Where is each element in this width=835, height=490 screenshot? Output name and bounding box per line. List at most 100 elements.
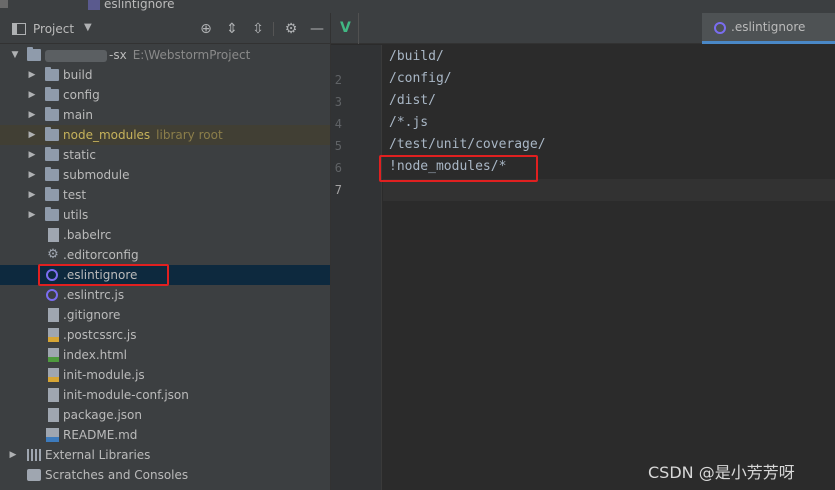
tree-item-label: Scratches and Consoles — [45, 468, 189, 482]
code-line[interactable]: /config/ — [389, 71, 452, 86]
tree-file-gitignore[interactable]: .gitignore — [0, 305, 330, 325]
project-panel-header: Project ▼ ⊕ ⇕ ⇳ ⚙ — — [0, 13, 331, 44]
folder-icon — [45, 67, 59, 81]
project-panel-title: Project — [33, 22, 75, 36]
chevron-right-icon[interactable]: ▶ — [27, 165, 37, 185]
tree-file-index-html[interactable]: index.html — [0, 345, 330, 365]
scratches-icon — [27, 469, 41, 481]
gear-icon[interactable]: ⚙ — [283, 21, 299, 37]
tree-item-label: test — [63, 188, 87, 202]
chevron-right-icon[interactable]: ▶ — [27, 185, 37, 205]
line-number: 5 — [334, 139, 342, 153]
tree-file-init-module-conf[interactable]: init-module-conf.json — [0, 385, 330, 405]
tree-folder-build[interactable]: ▶ build — [0, 65, 330, 85]
config-file-icon — [48, 228, 59, 242]
tree-item-label: .babelrc — [63, 228, 112, 242]
eslint-icon — [714, 22, 726, 34]
line-number: 6 — [334, 161, 342, 175]
chevron-right-icon[interactable]: ▶ — [8, 445, 18, 465]
tree-item-label: External Libraries — [45, 448, 151, 462]
chevron-right-icon[interactable]: ▶ — [27, 85, 37, 105]
vue-icon[interactable]: V — [340, 20, 351, 36]
root-path: E:\WebstormProject — [132, 48, 251, 62]
js-file-icon — [48, 368, 59, 382]
tree-item-label: README.md — [63, 428, 138, 442]
library-icon — [27, 449, 41, 461]
tree-file-readme[interactable]: README.md — [0, 425, 330, 445]
code-area[interactable]: /build/ /config/ /dist/ /*.js /test/unit… — [383, 45, 835, 490]
folder-icon — [45, 167, 59, 181]
tree-folder-submodule[interactable]: ▶ submodule — [0, 165, 330, 185]
line-number: 2 — [334, 73, 342, 87]
code-line[interactable]: /dist/ — [389, 93, 436, 108]
view-dropdown-icon[interactable]: ▼ — [84, 22, 92, 33]
redacted-name — [45, 49, 107, 62]
locate-icon[interactable]: ⊕ — [198, 21, 214, 37]
expand-all-icon[interactable]: ⇕ — [224, 21, 240, 37]
highlight-box — [38, 264, 169, 286]
line-number-current: 7 — [334, 183, 342, 197]
tree-file-init-module[interactable]: init-module.js — [0, 365, 330, 385]
tree-item-label: .gitignore — [63, 308, 121, 322]
folder-icon — [45, 107, 59, 121]
file-icon — [88, 0, 100, 10]
line-number: 4 — [334, 117, 342, 131]
tree-item-label: submodule — [63, 168, 130, 182]
tree-root[interactable]: ▼ -sx E:\WebstormProject — [0, 45, 330, 65]
tree-external-libraries[interactable]: ▶ External Libraries — [0, 445, 330, 465]
hide-icon[interactable]: — — [309, 21, 325, 37]
json-file-icon — [48, 388, 59, 402]
tree-file-package-json[interactable]: package.json — [0, 405, 330, 425]
folder-icon — [27, 47, 41, 61]
tree-item-label: .editorconfig — [63, 248, 139, 262]
chevron-right-icon[interactable]: ▶ — [27, 205, 37, 225]
tree-item-label: static — [63, 148, 96, 162]
tab-label: .eslintignore — [731, 20, 806, 34]
tree-item-label: .eslintrc.js — [63, 288, 125, 302]
tree-folder-utils[interactable]: ▶ utils — [0, 205, 330, 225]
code-line[interactable]: /test/unit/coverage/ — [389, 137, 546, 152]
chevron-right-icon[interactable]: ▶ — [27, 65, 37, 85]
tree-item-label: node_modules library root — [63, 125, 223, 145]
tree-item-label: index.html — [63, 348, 127, 362]
tree-item-label: config — [63, 88, 100, 102]
watermark: CSDN @是小芳芳呀 — [648, 463, 795, 482]
tree-item-label: package.json — [63, 408, 143, 422]
chevron-right-icon[interactable]: ▶ — [27, 145, 37, 165]
tree-item-label: main — [63, 108, 93, 122]
tree-file-babelrc[interactable]: .babelrc — [0, 225, 330, 245]
line-number: 3 — [334, 95, 342, 109]
current-line-highlight — [383, 179, 835, 201]
project-view-icon — [12, 23, 26, 35]
chevron-down-icon[interactable]: ▼ — [10, 45, 20, 65]
line-number-gutter: 2 3 4 5 6 7 — [331, 45, 382, 490]
tree-folder-node-modules[interactable]: ▶ node_modules library root — [0, 125, 330, 145]
chevron-right-icon[interactable]: ▶ — [27, 105, 37, 125]
code-line[interactable]: /*.js — [389, 115, 428, 130]
root-name-suffix: -sx — [109, 48, 127, 62]
collapse-all-icon[interactable]: ⇳ — [250, 21, 266, 37]
tree-scratches[interactable]: Scratches and Consoles — [0, 465, 330, 485]
tab-divider — [358, 13, 359, 44]
tree-file-eslintrc[interactable]: .eslintrc.js — [0, 285, 330, 305]
project-panel: Project ▼ ⊕ ⇕ ⇳ ⚙ — ▼ -sx E:\WebstormProj… — [0, 13, 331, 490]
code-line[interactable]: /build/ — [389, 49, 444, 64]
tree-folder-static[interactable]: ▶ static — [0, 145, 330, 165]
folder-icon — [45, 87, 59, 101]
highlight-box — [379, 155, 538, 182]
tree-folder-test[interactable]: ▶ test — [0, 185, 330, 205]
folder-icon — [45, 127, 59, 141]
json-file-icon — [48, 408, 59, 422]
editor: V .eslintignore 2 3 4 5 6 7 /build/ /con… — [331, 13, 835, 490]
tree-file-editorconfig[interactable]: ⚙ .editorconfig — [0, 245, 330, 265]
folder-icon — [45, 147, 59, 161]
library-root-hint: library root — [156, 128, 223, 142]
tree-folder-config[interactable]: ▶ config — [0, 85, 330, 105]
tab-eslintignore[interactable]: .eslintignore — [702, 13, 835, 44]
tree-item-label: init-module.js — [63, 368, 145, 382]
chevron-right-icon[interactable]: ▶ — [27, 125, 37, 145]
tree-folder-main[interactable]: ▶ main — [0, 105, 330, 125]
tree-file-postcssrc[interactable]: .postcssrc.js — [0, 325, 330, 345]
tree-item-label: build — [63, 68, 93, 82]
git-file-icon — [48, 308, 59, 322]
